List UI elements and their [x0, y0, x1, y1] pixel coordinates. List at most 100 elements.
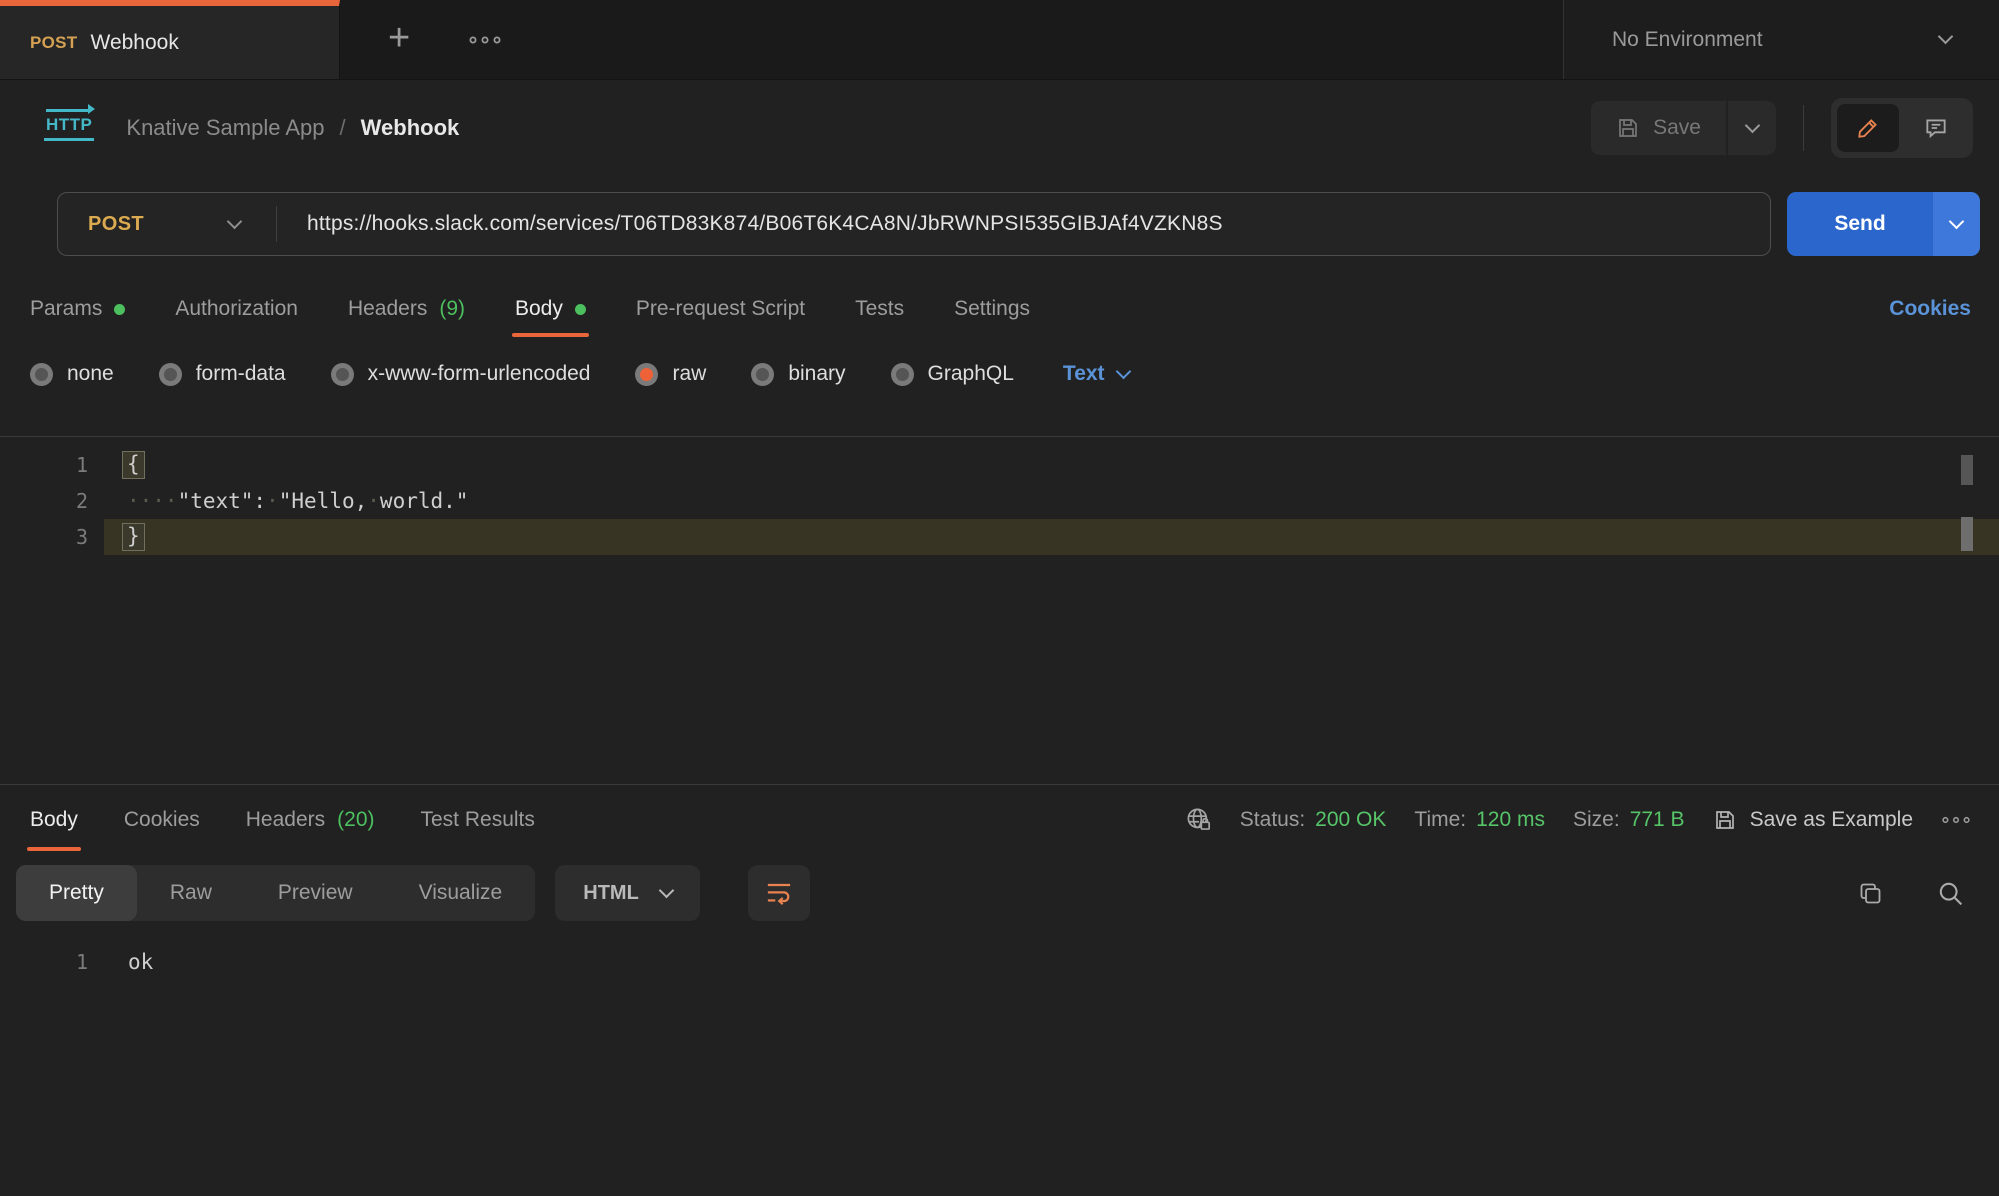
chevron-down-icon	[1744, 117, 1760, 133]
time-badge: Time: 120 ms	[1414, 808, 1545, 832]
time-value: 120 ms	[1476, 808, 1545, 832]
breadcrumb-separator: /	[340, 115, 346, 141]
raw-format-selector[interactable]: Text	[1063, 362, 1129, 386]
response-format-label: HTML	[583, 882, 639, 905]
request-body-editor[interactable]: 1 { 2 ····"text":·"Hello,·world." 3 }	[0, 436, 1999, 784]
whitespace-dot: ·	[367, 489, 380, 513]
chevron-down-icon	[1949, 213, 1965, 229]
tab-tests[interactable]: Tests	[855, 278, 904, 340]
chevron-down-icon	[227, 213, 243, 229]
tab-label: Headers	[348, 297, 427, 321]
tab-body[interactable]: Body	[515, 278, 586, 340]
tab-authorization[interactable]: Authorization	[175, 278, 298, 340]
radio-x-www-form-urlencoded[interactable]: x-www-form-urlencoded	[331, 362, 591, 386]
request-tab[interactable]: POST Webhook	[0, 0, 340, 79]
tab-actions: +	[340, 0, 1563, 79]
radio-graphql[interactable]: GraphQL	[891, 362, 1014, 386]
breadcrumb-request-name[interactable]: Webhook	[361, 115, 460, 141]
response-tab-cookies[interactable]: Cookies	[124, 785, 200, 854]
view-preview[interactable]: Preview	[245, 865, 386, 921]
save-icon	[1616, 116, 1640, 140]
breadcrumb-collection[interactable]: Knative Sample App	[126, 115, 324, 141]
tab-more-options-icon[interactable]	[468, 35, 502, 45]
response-tab-headers[interactable]: Headers (20)	[246, 785, 375, 854]
tab-label: Headers	[246, 808, 325, 832]
response-body-text: ok	[88, 950, 153, 974]
url-input[interactable]: https://hooks.slack.com/services/T06TD83…	[277, 212, 1223, 236]
response-more-options-icon[interactable]	[1941, 815, 1971, 825]
whitespace-dot: ·	[266, 489, 279, 513]
tab-headers[interactable]: Headers (9)	[348, 278, 465, 340]
breadcrumb: Knative Sample App / Webhook	[126, 115, 459, 141]
network-globe-lock-icon[interactable]	[1185, 806, 1212, 833]
editor-line-3-current: 3 }	[0, 519, 1999, 555]
response-format-selector[interactable]: HTML	[555, 865, 700, 921]
time-label: Time:	[1414, 808, 1466, 832]
raw-format-label: Text	[1063, 362, 1105, 386]
url-row: POST https://hooks.slack.com/services/T0…	[57, 192, 1980, 256]
comments-button[interactable]	[1905, 104, 1967, 152]
chevron-down-icon	[1115, 363, 1131, 379]
status-badge: Status: 200 OK	[1240, 808, 1387, 832]
search-icon[interactable]	[1936, 879, 1965, 908]
status-value: 200 OK	[1315, 808, 1386, 832]
method-label: POST	[88, 213, 144, 236]
response-header: Body Cookies Headers (20) Test Results S…	[0, 784, 1999, 854]
response-meta: Status: 200 OK Time: 120 ms Size: 771 B …	[1185, 806, 1971, 833]
send-options-button[interactable]	[1933, 192, 1980, 256]
radio-binary[interactable]: binary	[751, 362, 845, 386]
radio-form-data[interactable]: form-data	[159, 362, 286, 386]
size-value: 771 B	[1630, 808, 1685, 832]
line-number: 3	[0, 525, 88, 549]
view-raw[interactable]: Raw	[137, 865, 245, 921]
wrap-text-icon	[764, 880, 794, 906]
tab-label: Tests	[855, 297, 904, 321]
response-tab-test-results[interactable]: Test Results	[421, 785, 535, 854]
cookies-link[interactable]: Cookies	[1889, 297, 1971, 321]
radio-icon-selected	[635, 363, 658, 386]
copy-icon[interactable]	[1857, 880, 1884, 907]
environment-selector[interactable]: No Environment	[1563, 0, 1999, 79]
method-selector[interactable]: POST	[58, 213, 276, 236]
view-pretty[interactable]: Pretty	[16, 865, 137, 921]
environment-label: No Environment	[1612, 28, 1763, 52]
tab-settings[interactable]: Settings	[954, 278, 1030, 340]
radio-label: form-data	[196, 362, 286, 386]
json-value: world."	[380, 489, 469, 513]
chevron-down-icon	[1938, 29, 1954, 45]
save-options-button[interactable]	[1728, 101, 1776, 155]
tab-pre-request-script[interactable]: Pre-request Script	[636, 278, 805, 340]
divider	[1803, 105, 1804, 151]
response-body[interactable]: 1 ok	[0, 950, 1999, 974]
view-visualize[interactable]: Visualize	[386, 865, 536, 921]
tab-label: Body	[30, 808, 78, 832]
close-brace: }	[122, 523, 145, 550]
open-brace: {	[122, 451, 145, 478]
line-number: 1	[0, 950, 88, 974]
radio-icon	[159, 363, 182, 386]
send-button[interactable]: Send	[1787, 192, 1933, 256]
save-as-example-button[interactable]: Save as Example	[1713, 808, 1913, 832]
radio-label: none	[67, 362, 114, 386]
response-toolbar-icons	[1857, 879, 1965, 908]
radio-label: GraphQL	[928, 362, 1014, 386]
tab-title: Webhook	[91, 31, 179, 55]
response-tab-body[interactable]: Body	[30, 785, 78, 854]
radio-raw[interactable]: raw	[635, 362, 706, 386]
size-label: Size:	[1573, 808, 1620, 832]
save-button-label: Save	[1653, 116, 1701, 140]
url-bar: POST https://hooks.slack.com/services/T0…	[57, 192, 1771, 256]
scrollbar-mark	[1961, 455, 1973, 485]
wrap-text-button[interactable]	[748, 865, 810, 921]
documentation-edit-button[interactable]	[1837, 104, 1899, 152]
save-button[interactable]: Save	[1591, 101, 1726, 155]
radio-label: binary	[788, 362, 845, 386]
response-toolbar: Pretty Raw Preview Visualize HTML	[0, 854, 1999, 932]
radio-icon	[331, 363, 354, 386]
chevron-down-icon	[659, 882, 675, 898]
green-dot-icon	[114, 304, 125, 315]
radio-icon	[30, 363, 53, 386]
tab-label: Cookies	[124, 808, 200, 832]
radio-none[interactable]: none	[30, 362, 114, 386]
tab-params[interactable]: Params	[30, 278, 125, 340]
